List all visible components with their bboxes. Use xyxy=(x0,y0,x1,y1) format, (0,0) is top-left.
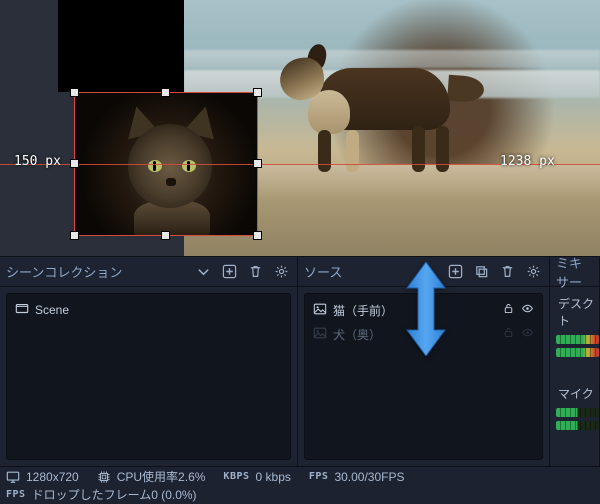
dimension-label-left: 150 px xyxy=(14,154,61,169)
source-item-label: 猫（手前） xyxy=(333,302,393,319)
mixer-track-desktop-meter2[interactable] xyxy=(556,348,599,357)
plus-box-icon xyxy=(448,264,463,279)
scene-icon xyxy=(15,302,29,319)
mixer-panel-title: ミキサー xyxy=(556,253,593,291)
remove-scene-button[interactable] xyxy=(245,262,265,282)
scenes-menu-button[interactable] xyxy=(193,262,213,282)
status-bar: 1280x720 CPU使用率2.6% KBPS 0 kbps FPS 30.0… xyxy=(0,466,600,504)
status-fps: FPS 30.00/30FPS xyxy=(309,470,405,484)
sources-list[interactable]: 猫（手前） 犬（奥） xyxy=(304,293,543,460)
preview-area[interactable]: 150 px 1238 px xyxy=(0,0,600,256)
mixer-panel: ミキサー デスクト マイク xyxy=(550,256,600,466)
chevron-down-icon xyxy=(196,264,211,279)
scenes-list[interactable]: Scene xyxy=(6,293,291,460)
monitor-icon xyxy=(6,470,20,484)
mixer-panel-header: ミキサー xyxy=(550,257,599,287)
scenes-panel-header: シーンコレクション xyxy=(0,257,297,287)
trash-icon xyxy=(248,264,263,279)
image-icon xyxy=(313,302,327,319)
scenes-panel: シーンコレクション Scene xyxy=(0,256,298,466)
source-item-label: 犬（奥） xyxy=(333,326,381,343)
sources-panel: ソース 猫（手前） xyxy=(298,256,550,466)
source-settings-button[interactable] xyxy=(523,262,543,282)
mixer-track-mic-meter[interactable] xyxy=(556,408,599,417)
mixer-track-mic-meter2[interactable] xyxy=(556,421,599,430)
gear-icon xyxy=(526,264,541,279)
cpu-icon xyxy=(97,470,111,484)
duplicate-source-button[interactable] xyxy=(471,262,491,282)
visibility-icon[interactable] xyxy=(521,326,534,342)
mixer-body: デスクト マイク xyxy=(556,293,599,434)
scene-item[interactable]: Scene xyxy=(7,298,290,322)
trash-icon xyxy=(500,264,515,279)
source-item-dog[interactable]: 犬（奥） xyxy=(305,322,542,346)
gear-icon xyxy=(274,264,289,279)
status-bitrate: KBPS 0 kbps xyxy=(223,470,290,484)
image-icon xyxy=(313,326,327,343)
scene-black-area xyxy=(58,0,184,92)
mixer-track-desktop-label: デスクト xyxy=(556,293,599,333)
plus-box-icon xyxy=(222,264,237,279)
bottom-dock: シーンコレクション Scene xyxy=(0,256,600,466)
sources-panel-header: ソース xyxy=(298,257,549,287)
source-item-cat[interactable]: 猫（手前） xyxy=(305,298,542,322)
remove-source-button[interactable] xyxy=(497,262,517,282)
status-resolution: 1280x720 xyxy=(6,470,79,484)
dimension-label-right: 1238 px xyxy=(500,154,555,169)
copy-icon xyxy=(474,264,489,279)
scenes-panel-title: シーンコレクション xyxy=(6,262,122,281)
lock-icon[interactable] xyxy=(502,326,515,342)
lock-icon[interactable] xyxy=(502,302,515,318)
sources-panel-title: ソース xyxy=(304,262,342,281)
add-scene-button[interactable] xyxy=(219,262,239,282)
scene-item-label: Scene xyxy=(35,303,69,317)
scene-settings-button[interactable] xyxy=(271,262,291,282)
status-cpu: CPU使用率2.6% xyxy=(97,468,206,485)
mixer-track-mic-label: マイク xyxy=(556,383,599,406)
mixer-track-desktop-meter[interactable] xyxy=(556,335,599,344)
status-dropped-frames: FPS ドロップしたフレーム0 (0.0%) xyxy=(6,486,197,503)
add-source-button[interactable] xyxy=(445,262,465,282)
visibility-icon[interactable] xyxy=(521,302,534,318)
